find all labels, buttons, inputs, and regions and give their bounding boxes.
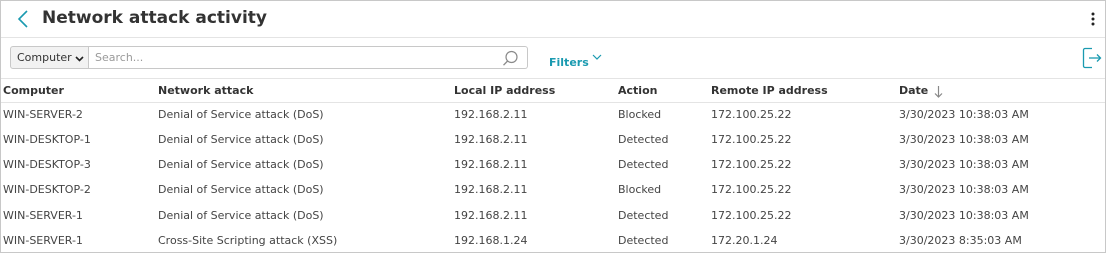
network-attack-activity-window: Network attack activity Computer Filters (0, 0, 1106, 253)
cell-action: Detected (618, 209, 669, 222)
column-header-date[interactable]: Date (899, 84, 928, 97)
table-row[interactable]: WIN-DESKTOP-2 Denial of Service attack (… (1, 177, 1105, 202)
cell-local-ip: 192.168.2.11 (454, 209, 528, 222)
cell-date: 3/30/2023 10:38:03 AM (899, 133, 1029, 146)
filters-label: Filters (549, 56, 589, 69)
cell-network-attack: Cross-Site Scripting attack (XSS) (158, 234, 338, 247)
cell-remote-ip: 172.100.25.22 (711, 158, 792, 171)
cell-computer: WIN-DESKTOP-2 (3, 183, 91, 196)
cell-date: 3/30/2023 10:38:03 AM (899, 158, 1029, 171)
cell-network-attack: Denial of Service attack (DoS) (158, 108, 324, 121)
cell-computer: WIN-DESKTOP-3 (3, 158, 91, 171)
column-header-action[interactable]: Action (618, 84, 657, 97)
search-field-select[interactable]: Computer (10, 46, 89, 69)
cell-network-attack: Denial of Service attack (DoS) (158, 183, 324, 196)
cell-date: 3/30/2023 10:38:03 AM (899, 183, 1029, 196)
cell-remote-ip: 172.100.25.22 (711, 133, 792, 146)
cell-remote-ip: 172.100.25.22 (711, 183, 792, 196)
filters-button[interactable]: Filters (549, 51, 602, 70)
table-row[interactable]: WIN-DESKTOP-1 Denial of Service attack (… (1, 127, 1105, 152)
cell-action: Blocked (618, 108, 662, 121)
cell-computer: WIN-SERVER-2 (3, 108, 83, 121)
cell-action: Detected (618, 158, 669, 171)
cell-network-attack: Denial of Service attack (DoS) (158, 133, 324, 146)
chevron-down-icon (592, 54, 602, 60)
cell-local-ip: 192.168.1.24 (454, 234, 528, 247)
cell-computer: WIN-SERVER-1 (3, 209, 83, 222)
toolbar: Computer Filters (1, 38, 1105, 79)
table-row[interactable]: WIN-SERVER-1 Denial of Service attack (D… (1, 203, 1105, 228)
search-icon[interactable] (502, 50, 519, 67)
cell-computer: WIN-DESKTOP-1 (3, 133, 91, 146)
cell-local-ip: 192.168.2.11 (454, 158, 528, 171)
cell-remote-ip: 172.100.25.22 (711, 209, 792, 222)
table-row[interactable]: WIN-DESKTOP-3 Denial of Service attack (… (1, 152, 1105, 177)
column-header-computer[interactable]: Computer (3, 84, 64, 97)
cell-action: Blocked (618, 183, 662, 196)
cell-date: 3/30/2023 8:35:03 AM (899, 234, 1022, 247)
cell-local-ip: 192.168.2.11 (454, 133, 528, 146)
cell-date: 3/30/2023 10:38:03 AM (899, 108, 1029, 121)
chevron-left-icon[interactable] (15, 9, 33, 29)
export-icon[interactable] (1082, 47, 1102, 69)
cell-remote-ip: 172.20.1.24 (711, 234, 778, 247)
search-box (89, 46, 528, 69)
cell-network-attack: Denial of Service attack (DoS) (158, 158, 324, 171)
table-row[interactable]: WIN-SERVER-2 Denial of Service attack (D… (1, 102, 1105, 127)
column-header-remote-ip[interactable]: Remote IP address (711, 84, 828, 97)
cell-remote-ip: 172.100.25.22 (711, 108, 792, 121)
cell-date: 3/30/2023 10:38:03 AM (899, 209, 1029, 222)
column-header-network-attack[interactable]: Network attack (158, 84, 253, 97)
search-input[interactable] (89, 47, 495, 68)
cell-action: Detected (618, 234, 669, 247)
arrow-down-icon[interactable] (933, 85, 944, 99)
page-header: Network attack activity (1, 1, 1105, 38)
cell-local-ip: 192.168.2.11 (454, 108, 528, 121)
cell-local-ip: 192.168.2.11 (454, 183, 528, 196)
cell-action: Detected (618, 133, 669, 146)
table-row[interactable]: WIN-SERVER-1 Cross-Site Scripting attack… (1, 228, 1105, 252)
cell-network-attack: Denial of Service attack (DoS) (158, 209, 324, 222)
page-title: Network attack activity (42, 8, 267, 28)
kebab-menu-icon[interactable] (1087, 10, 1099, 28)
chevron-down-icon (75, 56, 84, 62)
cell-computer: WIN-SERVER-1 (3, 234, 83, 247)
search-field-select-value: Computer (17, 51, 72, 64)
column-header-local-ip[interactable]: Local IP address (454, 84, 555, 97)
